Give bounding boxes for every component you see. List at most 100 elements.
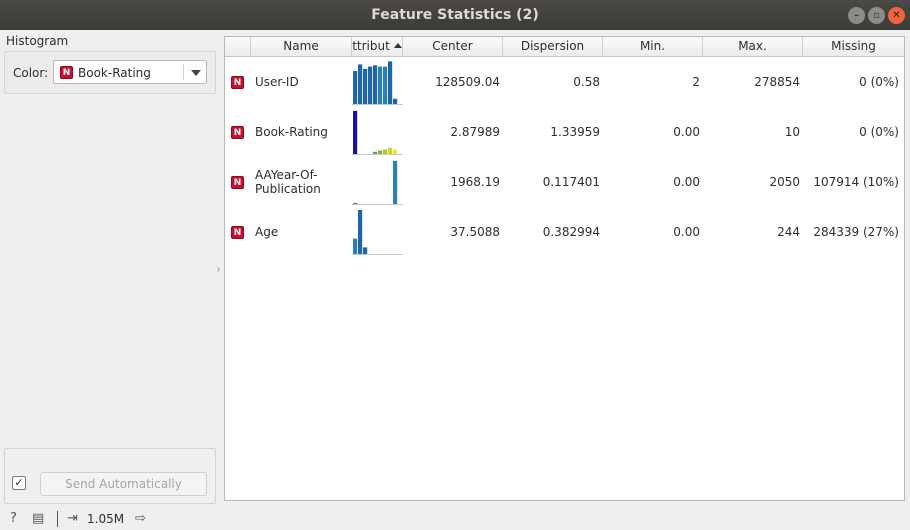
dispersion-cell-text: 0.58	[573, 75, 600, 89]
max-cell: 278854	[703, 57, 803, 107]
min-cell-text: 2	[692, 75, 700, 89]
table-row[interactable]: N Book-Rating 2.87989 1.33959 0.00 10 0 (0%)	[225, 107, 904, 157]
max-cell: 2050	[703, 157, 803, 207]
histogram-bar	[353, 110, 358, 154]
missing-cell-text: 107914 (10%)	[813, 175, 899, 189]
header-distribution-label: ttribut	[352, 39, 390, 53]
histogram-bar	[388, 61, 393, 104]
table-row[interactable]: N AAYear-Of- Publication 1968.19 0.117401 0.…	[225, 157, 904, 207]
splitter-handle-icon[interactable]: ›	[216, 262, 221, 276]
name-cell: Book-Rating	[255, 107, 352, 157]
histogram-group: Color: N Book-Rating	[4, 51, 216, 94]
header-type[interactable]	[225, 37, 251, 56]
numeric-variable-icon: N	[231, 225, 244, 239]
dispersion-cell: 0.58	[503, 57, 603, 107]
histogram-bar	[393, 98, 398, 104]
dispersion-cell-text: 0.382994	[542, 225, 600, 239]
center-cell: 37.5088	[403, 207, 503, 257]
report-icon[interactable]: ▤	[32, 511, 44, 526]
status-divider	[57, 511, 58, 527]
max-cell: 244	[703, 207, 803, 257]
histogram-bar	[383, 149, 388, 154]
header-min[interactable]: Min.	[603, 37, 703, 56]
table-row[interactable]: N Age 37.5088 0.382994 0.00 244 284339 (27%)	[225, 207, 904, 257]
histogram-bar	[373, 65, 378, 104]
header-center[interactable]: Center	[403, 37, 503, 56]
histogram-bar	[363, 247, 368, 254]
window-title: Feature Statistics (2)	[371, 7, 539, 23]
missing-cell: 0 (0%)	[803, 57, 902, 107]
table-row[interactable]: N User-ID 128509.04 0.58 2 278854 0 (0%)	[225, 57, 904, 107]
auto-send-checkbox[interactable]: ✓	[12, 476, 26, 490]
distribution-histogram	[352, 160, 403, 205]
histogram-bar	[358, 210, 363, 254]
table-header: Name ttribut Center Dispersion Min. Max.…	[225, 37, 904, 57]
maximize-button[interactable]: ▫	[868, 7, 885, 24]
header-dispersion[interactable]: Dispersion	[503, 37, 603, 56]
dispersion-cell: 0.382994	[503, 207, 603, 257]
max-cell-text: 278854	[754, 75, 800, 89]
distribution-histogram	[352, 210, 403, 255]
min-cell-text: 0.00	[673, 175, 700, 189]
center-cell-text: 37.5088	[450, 225, 500, 239]
type-cell: N	[225, 157, 251, 207]
window-titlebar: Feature Statistics (2) – ▫ ✕	[0, 0, 910, 30]
distribution-histogram	[352, 61, 403, 105]
name-cell-text: User-ID	[255, 75, 299, 89]
status-bar: ? ▤ ⇥ 1.05M ⇨	[0, 508, 910, 530]
histogram-bar	[393, 149, 398, 154]
dispersion-cell-text: 1.33959	[550, 125, 600, 139]
missing-cell-text: 0 (0%)	[859, 125, 899, 139]
max-cell-text: 244	[777, 225, 800, 239]
type-cell: N	[225, 207, 251, 257]
help-icon[interactable]: ?	[10, 511, 17, 526]
center-cell: 2.87989	[403, 107, 503, 157]
name-cell: AAYear-Of- Publication	[255, 157, 352, 207]
histogram-bar	[363, 68, 368, 104]
histogram-bar	[378, 150, 383, 154]
type-cell: N	[225, 57, 251, 107]
send-automatically-button[interactable]: Send Automatically	[40, 472, 207, 496]
center-cell: 1968.19	[403, 157, 503, 207]
color-combo-value: Book-Rating	[78, 66, 151, 80]
combo-separator	[183, 64, 184, 80]
center-cell: 128509.04	[403, 57, 503, 107]
min-cell: 0.00	[603, 157, 703, 207]
histogram-bar	[368, 66, 373, 104]
max-cell: 10	[703, 107, 803, 157]
numeric-variable-icon: N	[231, 175, 244, 189]
close-button[interactable]: ✕	[888, 7, 905, 24]
histogram-bar	[393, 160, 398, 204]
histogram-bar	[378, 66, 383, 104]
numeric-variable-icon: N	[60, 66, 73, 79]
dispersion-cell: 0.117401	[503, 157, 603, 207]
numeric-variable-icon: N	[231, 75, 244, 89]
min-cell-text: 0.00	[673, 125, 700, 139]
missing-cell: 284339 (27%)	[803, 207, 902, 257]
name-cell-text: Age	[255, 225, 279, 239]
name-cell-text: AAYear-Of- Publication	[255, 168, 321, 196]
histogram-bar	[353, 71, 358, 104]
distribution-histogram	[352, 110, 403, 155]
header-max[interactable]: Max.	[703, 37, 803, 56]
header-name[interactable]: Name	[251, 37, 352, 56]
header-distribution[interactable]: ttribut	[352, 37, 403, 56]
center-cell-text: 2.87989	[450, 125, 500, 139]
min-cell-text: 0.00	[673, 225, 700, 239]
chevron-down-icon[interactable]	[191, 70, 201, 76]
name-cell: Age	[255, 207, 352, 257]
histogram-group-title: Histogram	[6, 34, 69, 48]
header-missing[interactable]: Missing	[803, 37, 904, 56]
color-combo[interactable]: N Book-Rating	[53, 60, 207, 84]
min-cell: 2	[603, 57, 703, 107]
sort-ascending-icon	[393, 43, 402, 48]
min-cell: 0.00	[603, 107, 703, 157]
missing-cell: 107914 (10%)	[803, 157, 902, 207]
histogram-bar	[388, 147, 393, 154]
missing-cell-text: 0 (0%)	[859, 75, 899, 89]
control-panel: Histogram Color: N Book-Rating ✓ Send Au…	[0, 30, 218, 508]
minimize-button[interactable]: –	[848, 7, 865, 24]
missing-cell: 0 (0%)	[803, 107, 902, 157]
statistics-table: Name ttribut Center Dispersion Min. Max.…	[224, 36, 905, 501]
histogram-bar	[353, 203, 358, 204]
